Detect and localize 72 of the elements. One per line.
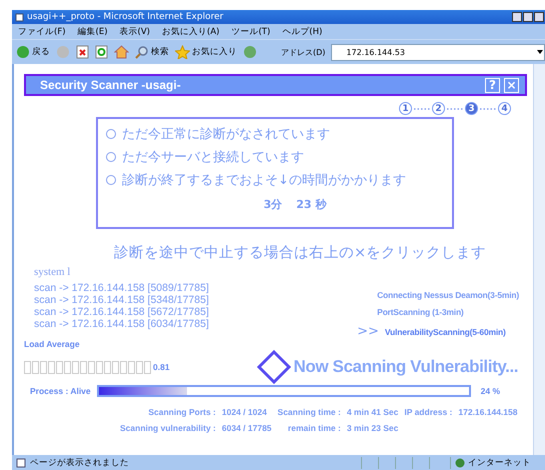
stat-label: Scanning Ports : bbox=[147, 407, 216, 417]
step-indicator: 4 bbox=[498, 102, 511, 115]
close-button[interactable] bbox=[534, 12, 544, 22]
diamond-icon bbox=[256, 349, 292, 385]
globe-icon bbox=[455, 458, 465, 468]
step-indicator: 1 bbox=[399, 102, 412, 115]
message-text: ただ今正常に診断がなされています bbox=[122, 126, 330, 143]
address-text: 172.16.144.53 bbox=[346, 48, 405, 56]
stat-value: 1024 / 1024 bbox=[222, 407, 268, 417]
window-title: usagi++_proto - Microsoft Internet Explorer bbox=[27, 12, 224, 22]
load-reading: 0.81 bbox=[153, 362, 170, 372]
back-icon bbox=[16, 45, 30, 59]
menu-item[interactable]: お気に入り(A) bbox=[162, 26, 220, 38]
system-label: system l bbox=[34, 266, 72, 278]
zone-text: インターネット bbox=[468, 456, 531, 468]
history-icon bbox=[243, 45, 257, 59]
dropdown-icon bbox=[536, 48, 544, 56]
search-icon bbox=[135, 45, 149, 59]
stat-value: 3 min 23 Sec bbox=[346, 423, 398, 433]
stat-value: 6034 / 17785 bbox=[222, 423, 272, 433]
scan-status-heading: Now Scanning Vulnerability... bbox=[294, 357, 518, 377]
cancel-notice: 診断を途中で中止する場合は右上の×をクリックします bbox=[114, 244, 488, 262]
home-icon bbox=[114, 45, 129, 59]
address-field[interactable]: 172.16.144.53 bbox=[331, 44, 545, 60]
menu-item[interactable]: ファイル(F) bbox=[18, 26, 66, 38]
stat-value: 4 min 41 Sec bbox=[346, 407, 398, 417]
stat-label: Scanning vulnerability : bbox=[120, 423, 216, 433]
status-text: ページが表示されました bbox=[30, 456, 129, 468]
phase-label: VulnerabilityScanning(5-60min) bbox=[384, 326, 506, 336]
eta-minutes: 3分 bbox=[264, 197, 282, 212]
eta-seconds: 23 秒 bbox=[296, 197, 326, 212]
current-phase-marker: >> bbox=[357, 324, 379, 339]
dotted-connector bbox=[446, 108, 464, 110]
stop-icon bbox=[76, 45, 89, 59]
radio-circle bbox=[106, 175, 116, 185]
progress-reading: 24 % bbox=[480, 386, 500, 396]
radio-circle bbox=[106, 129, 116, 139]
log-line: scan -> 172.16.144.158 [6034/17785] bbox=[34, 318, 209, 330]
log-line: scan -> 172.16.144.158 [5089/17785] bbox=[34, 282, 209, 294]
stat-label: IP address : bbox=[404, 407, 452, 417]
back-button[interactable]: 戻る bbox=[16, 45, 50, 59]
menu-item[interactable]: 編集(E) bbox=[78, 26, 108, 38]
page-icon bbox=[16, 458, 26, 468]
radio-circle bbox=[106, 152, 116, 162]
maximize-button[interactable] bbox=[523, 12, 533, 22]
phase-label: Connecting Nessus Deamon(3-5min) bbox=[377, 290, 519, 300]
forward-icon bbox=[56, 45, 70, 59]
stat-label: Scanning time : bbox=[278, 407, 341, 417]
stat-label: remain time : bbox=[286, 423, 341, 433]
log-line: scan -> 172.16.144.158 [5348/17785] bbox=[34, 294, 209, 306]
phase-label: PortScanning (1-3min) bbox=[377, 307, 464, 317]
app-title: Security Scanner -usagi- bbox=[40, 78, 182, 92]
menu-item[interactable]: 表示(V) bbox=[120, 26, 150, 38]
step-indicator: 2 bbox=[432, 102, 445, 115]
dotted-connector bbox=[413, 108, 431, 110]
log-line: scan -> 172.16.144.158 [5672/17785] bbox=[34, 306, 209, 318]
minimize-button[interactable] bbox=[512, 12, 522, 22]
search-button[interactable]: 検索 bbox=[135, 45, 169, 59]
page-icon bbox=[15, 12, 24, 22]
load-average-label: Load Average bbox=[24, 339, 81, 349]
dotted-connector bbox=[479, 108, 497, 110]
process-status: Process : Alive bbox=[30, 386, 91, 396]
menu-item[interactable]: ツール(T) bbox=[231, 26, 270, 38]
message-text: 診断が終了するまでおよそ↓の時間がかかります bbox=[122, 172, 406, 189]
stat-value: 172.16.144.158 bbox=[458, 407, 518, 417]
message-text: ただ今サーバと接続しています bbox=[122, 149, 304, 166]
step-indicator: 3 bbox=[465, 102, 478, 115]
menu-item[interactable]: ヘルプ(H) bbox=[282, 26, 322, 38]
favorites-button[interactable]: お気に入り bbox=[175, 45, 237, 59]
refresh-icon bbox=[95, 45, 108, 59]
address-label: アドレス(D) bbox=[281, 46, 326, 58]
star-icon bbox=[175, 45, 190, 59]
